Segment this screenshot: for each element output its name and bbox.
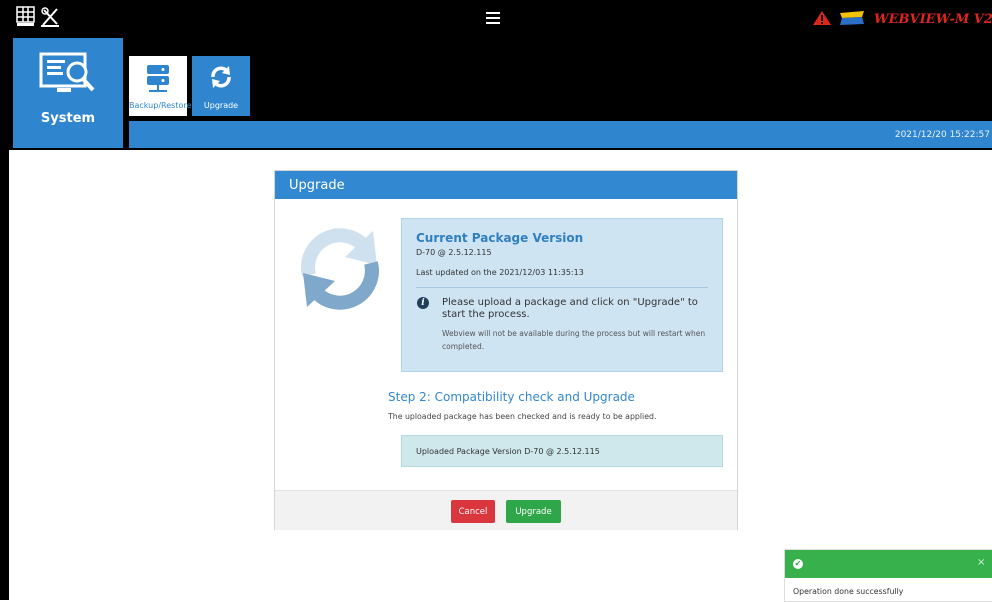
system-tile[interactable]: System [13,38,123,148]
flag-icon [840,10,864,30]
close-icon[interactable]: × [977,557,985,568]
monitor-search-icon [39,50,97,112]
toast-message: Operation done successfully [793,587,904,596]
upgrade-panel: Upgrade Current Package Version D-70 @ 2… [274,170,738,530]
server-icon [146,64,170,98]
current-package-info: Current Package Version D-70 @ 2.5.12.11… [401,218,723,372]
availability-note: Webview will not be available during the… [442,329,706,351]
tools-icon[interactable] [40,6,62,28]
sync-icon [295,223,385,317]
status-strip: 2021/12/20 15:22:57 [129,121,992,148]
left-rail [0,150,9,600]
backup-restore-label: Backup/Restore [129,101,192,110]
upgrade-label: Upgrade [203,101,239,110]
cancel-button[interactable]: Cancel [451,500,495,523]
upload-instruction: Please upload a package and click on "Up… [442,297,698,320]
brand-title: WEBVIEW-M V2.7 [874,12,992,27]
menu-icon[interactable] [486,12,500,24]
check-icon: ✔ [793,559,803,569]
toast-header: ✔ × [785,550,992,578]
datetime: 2021/12/20 15:22:57 [894,130,990,140]
step-description: The uploaded package has been checked an… [388,412,657,421]
info-icon: i [417,297,429,309]
upgrade-tile[interactable]: Upgrade [192,56,250,116]
panel-footer: Cancel Upgrade [275,490,737,530]
last-updated: Last updated on the 2021/12/03 11:35:13 [416,268,584,277]
warning-icon[interactable] [812,10,832,30]
panel-header: Upgrade [275,171,737,199]
current-package-title: Current Package Version [416,231,584,245]
sync-icon [209,64,233,94]
top-bar: WEBVIEW-M V2.7 [0,0,992,38]
system-label: System [40,111,96,126]
grid-icon[interactable] [16,6,38,28]
success-toast: ✔ × Operation done successfully [784,549,992,602]
uploaded-package-version: Uploaded Package Version D-70 @ 2.5.12.1… [416,447,600,456]
step-title: Step 2: Compatibility check and Upgrade [388,390,635,404]
divider [416,287,708,288]
panel-title: Upgrade [289,178,345,193]
uploaded-package-info: Uploaded Package Version D-70 @ 2.5.12.1… [401,435,723,467]
current-package-version: D-70 @ 2.5.12.115 [416,248,492,257]
upgrade-button[interactable]: Upgrade [506,500,561,523]
backup-restore-tile[interactable]: Backup/Restore [129,56,192,116]
